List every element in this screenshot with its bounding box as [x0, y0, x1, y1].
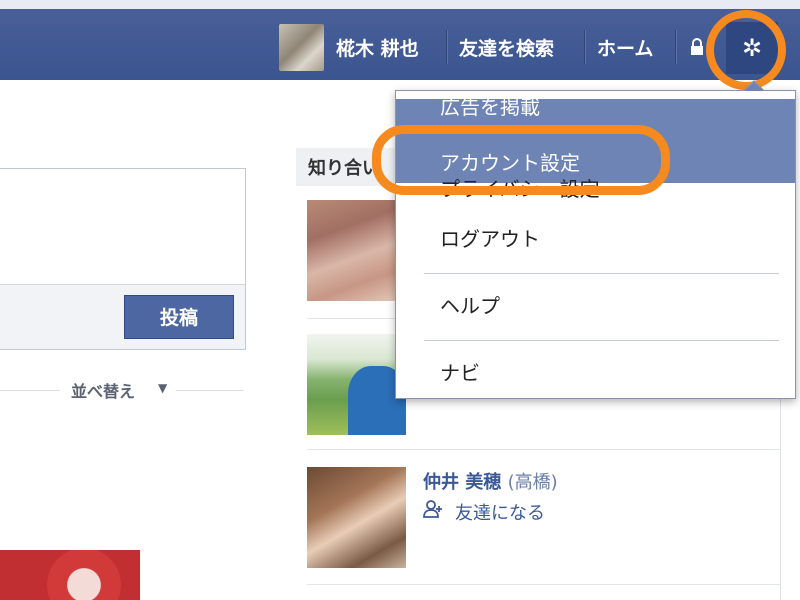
menu-item-navi[interactable]: ナビ: [396, 353, 795, 393]
nav-home[interactable]: ホーム: [597, 34, 653, 61]
add-friend-link[interactable]: 友達になる: [455, 499, 545, 525]
friend-maiden-name: (高橋): [507, 472, 558, 493]
chevron-down-icon[interactable]: ▼: [158, 381, 167, 395]
nav-separator: [675, 30, 676, 64]
suggested-person-name[interactable]: 仲井 美穂 (高橋): [423, 468, 558, 494]
post-photo[interactable]: [0, 550, 140, 600]
friend-name-text[interactable]: 仲井 美穂: [423, 472, 501, 493]
menu-separator: [424, 340, 779, 341]
top-strip: [0, 0, 800, 9]
post-button[interactable]: 投稿: [124, 295, 234, 339]
highlight-ring-gear: [706, 10, 786, 90]
nav-find-friends[interactable]: 友達を検索: [459, 34, 554, 61]
highlight-ring-account-settings: [372, 125, 670, 195]
menu-separator: [424, 273, 779, 274]
nav-separator: [446, 30, 447, 64]
menu-item-help[interactable]: ヘルプ: [396, 286, 795, 326]
pymk-title: 知り合い: [308, 158, 380, 179]
divider: [176, 390, 244, 391]
menu-item-advertise-label: 広告を掲載: [440, 95, 540, 119]
nav-user-name[interactable]: 椛木 耕也: [336, 34, 419, 61]
divider: [0, 390, 60, 391]
add-friend-icon[interactable]: [423, 500, 443, 518]
row-divider: [307, 584, 780, 585]
suggested-person-photo[interactable]: [307, 467, 406, 568]
menu-caret-inner: [745, 82, 763, 91]
sort-button[interactable]: 並べ替え: [71, 378, 135, 402]
suggested-person-photo[interactable]: [307, 200, 406, 301]
lock-icon[interactable]: [690, 38, 704, 56]
user-avatar[interactable]: [279, 24, 324, 71]
row-divider: [307, 449, 780, 450]
menu-item-logout[interactable]: ログアウト: [396, 219, 795, 259]
nav-separator: [584, 30, 585, 64]
